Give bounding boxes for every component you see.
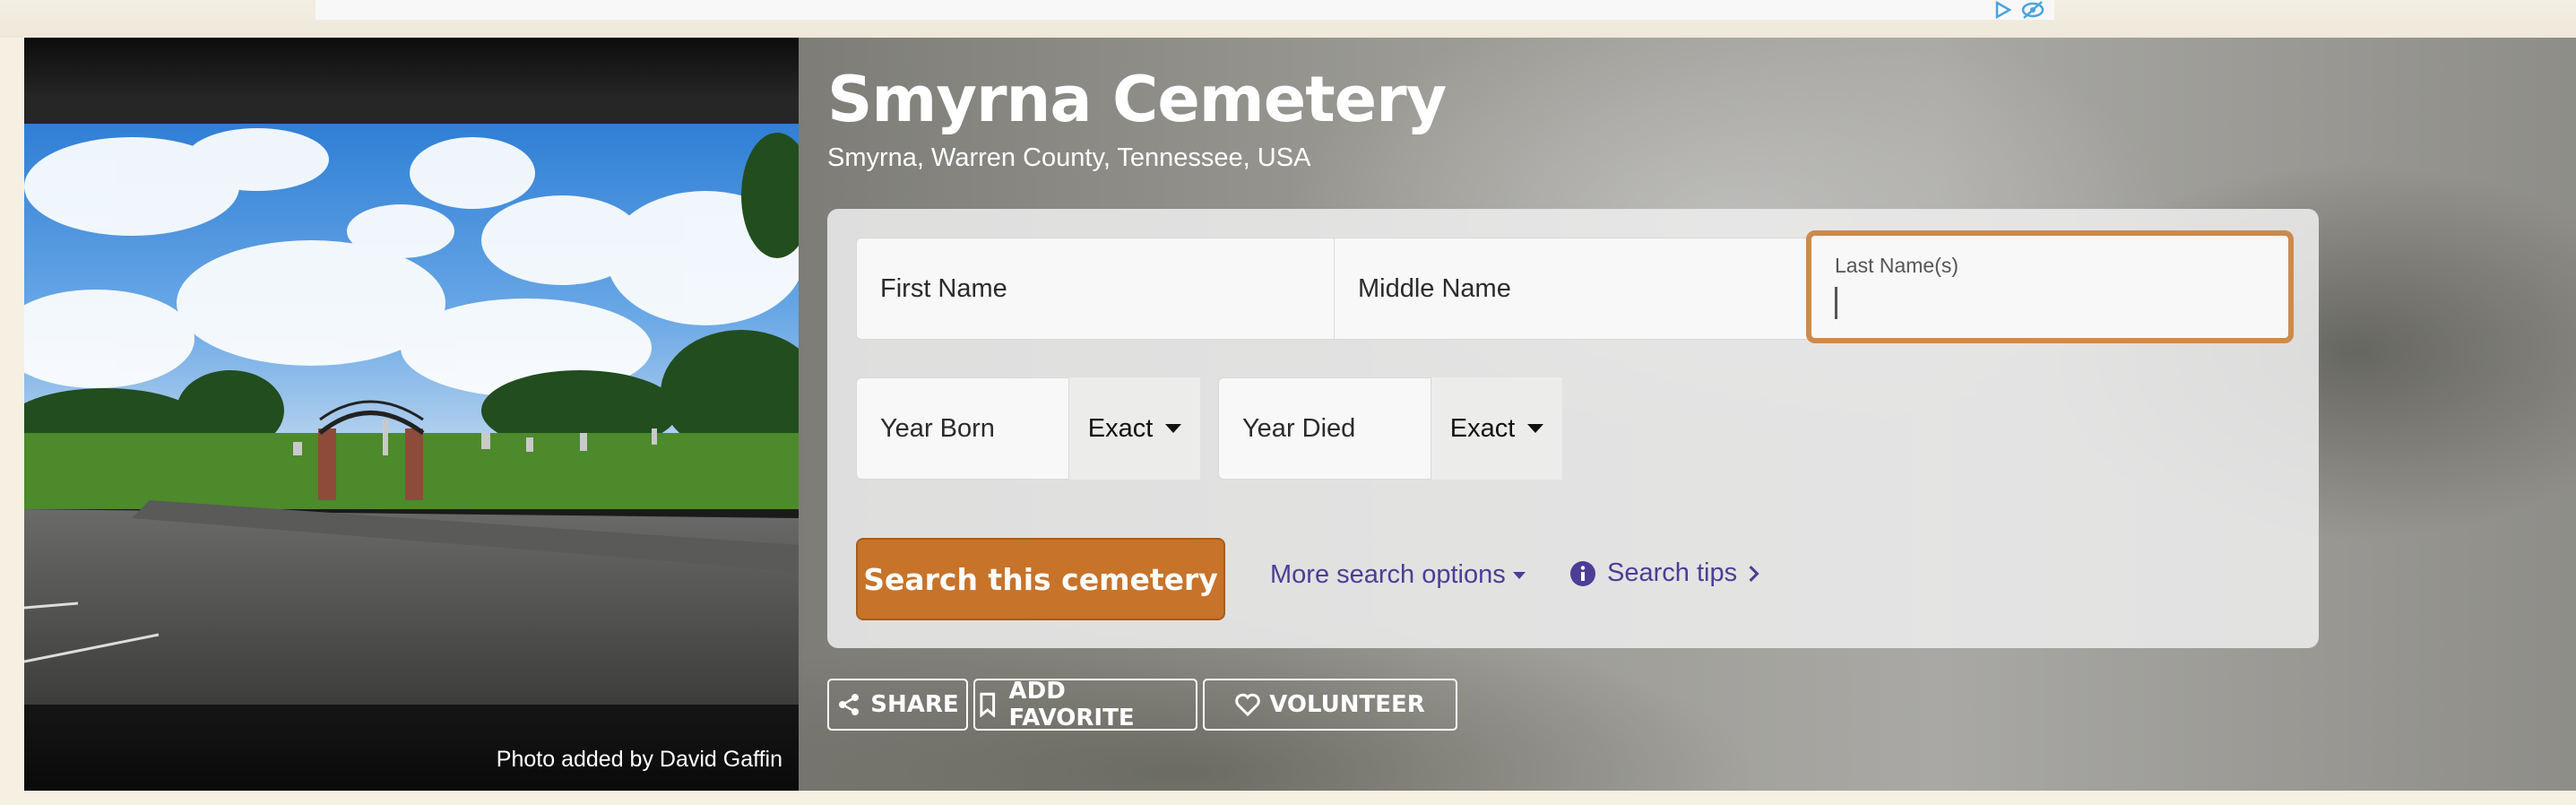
more-search-options-label: More search options [1270,560,1506,589]
photo-credit[interactable]: Photo added by David Gaffin [497,747,782,773]
add-favorite-button[interactable]: ADD FAVORITE [973,678,1197,731]
volunteer-label: VOLUNTEER [1269,691,1425,718]
caret-down-icon [1512,571,1526,579]
cemetery-photo-panel[interactable]: Photo added by David Gaffin [24,38,799,791]
share-label: SHARE [870,691,959,718]
ad-play-icon[interactable] [1990,0,2015,20]
text-cursor [1835,287,1837,319]
volunteer-button[interactable]: VOLUNTEER [1203,679,1457,731]
search-tips-label: Search tips [1607,558,1738,587]
last-name-field[interactable]: Last Name(s) [1806,230,2294,343]
year-born-match-value: Exact [1087,413,1154,443]
ad-hide-icon[interactable] [2020,0,2045,20]
bookmark-icon [980,692,996,717]
cemetery-search-form: First Name Middle Name Last Name(s) Year… [827,209,2319,648]
search-cemetery-button[interactable]: Search this cemetery [856,538,1225,620]
cemetery-photo[interactable] [24,124,799,705]
last-name-label: Last Name(s) [1835,254,1959,277]
first-name-field[interactable]: First Name [856,238,1335,340]
year-died-match-select[interactable]: Exact [1431,377,1562,480]
chevron-right-icon [1749,565,1759,582]
year-born-input[interactable]: Year Born [856,377,1069,480]
page-title: Smyrna Cemetery [827,63,1447,136]
year-born-group: Year Born Exact [856,377,1200,480]
search-tips-link[interactable]: Search tips [1569,558,1760,588]
cemetery-location[interactable]: Smyrna, Warren County, Tennessee, USA [827,143,1310,173]
year-died-group: Year Died Exact [1218,377,1562,480]
caret-down-icon [1527,424,1544,433]
share-button[interactable]: SHARE [827,679,968,731]
info-circle-icon [1570,560,1595,586]
share-icon [839,694,860,715]
more-search-options-link[interactable]: More search options [1270,560,1526,590]
year-born-match-select[interactable]: Exact [1069,377,1200,480]
ad-banner[interactable] [316,0,2054,20]
ad-choices[interactable] [1990,0,2045,20]
caret-down-icon [1165,424,1182,433]
year-died-input[interactable]: Year Died [1218,377,1431,480]
ad-strip [0,0,2576,38]
add-favorite-label: ADD FAVORITE [1008,678,1135,731]
year-died-match-value: Exact [1449,413,1516,443]
middle-name-field[interactable]: Middle Name [1335,238,1813,340]
heart-icon [1235,693,1261,717]
